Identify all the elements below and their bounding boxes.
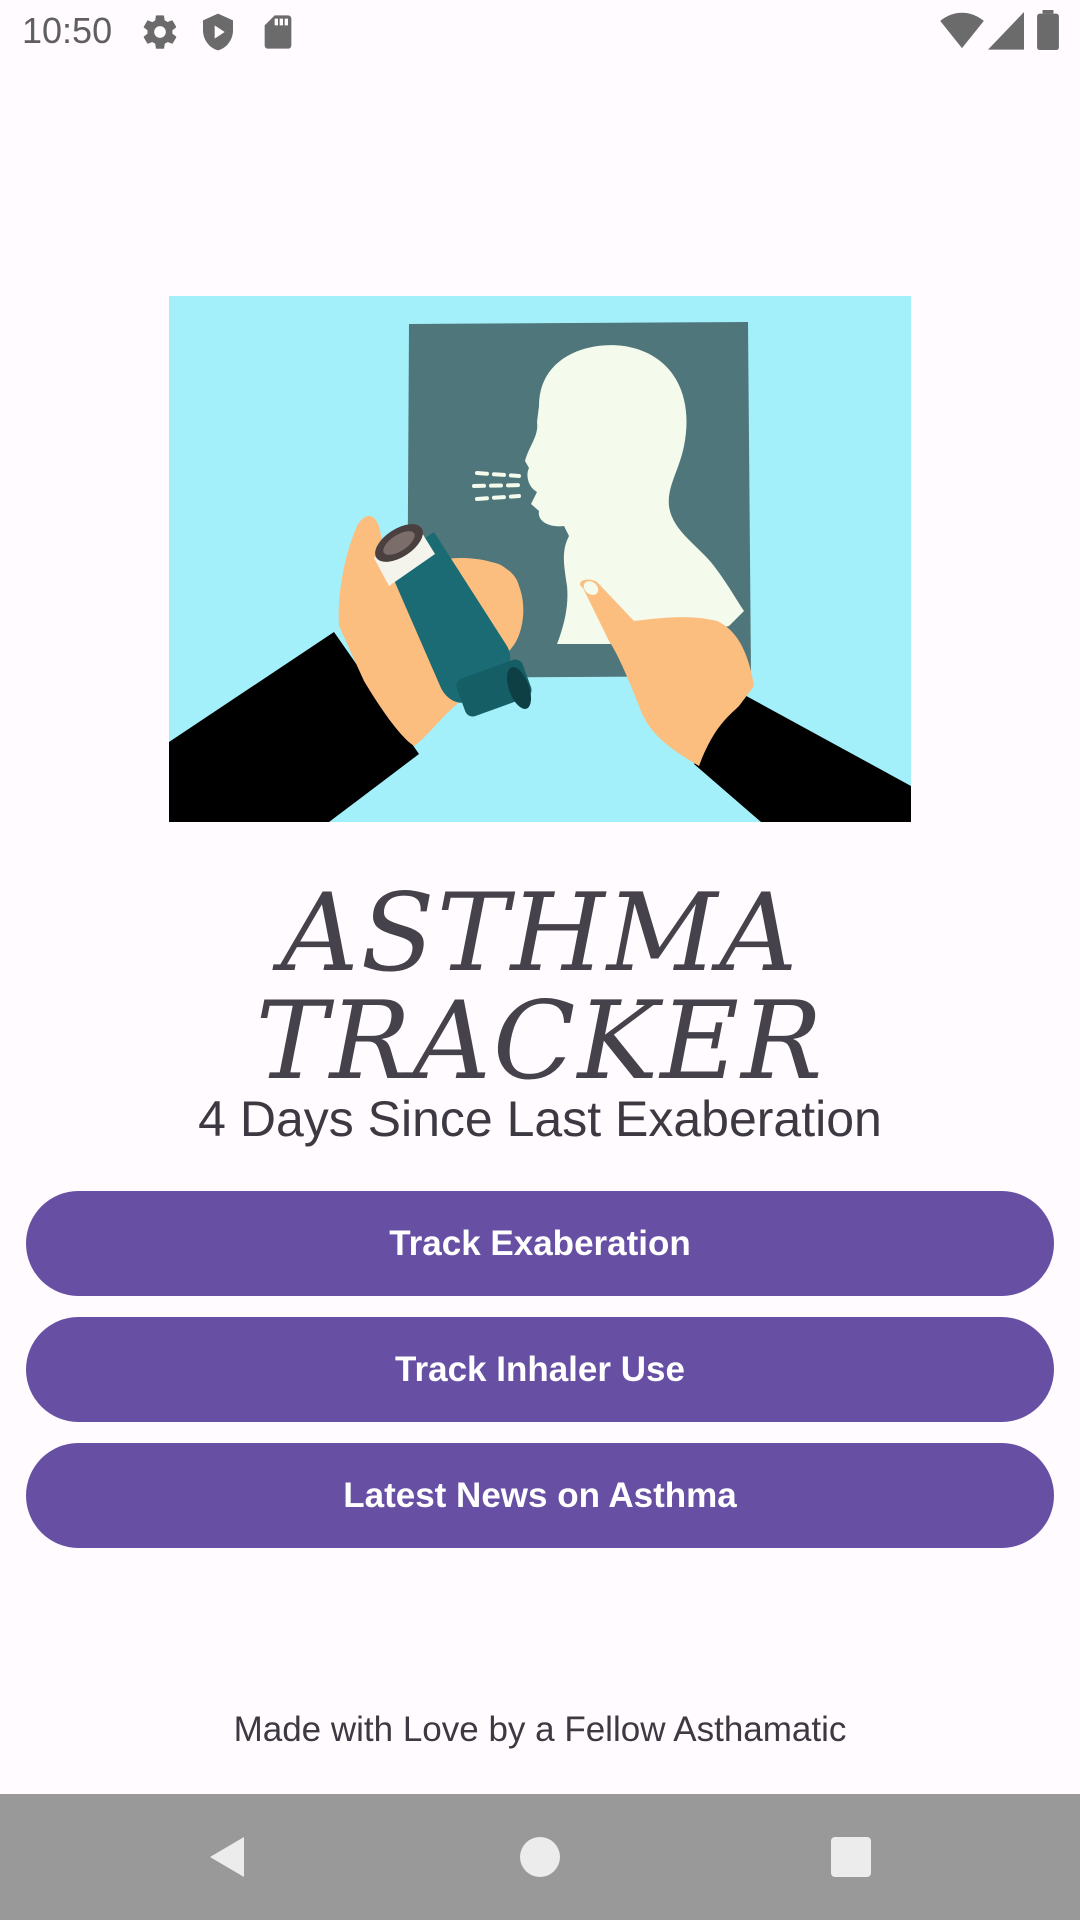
inhaler-illustration bbox=[169, 296, 911, 822]
system-nav-bar bbox=[0, 1794, 1080, 1920]
footer-credit: Made with Love by a Fellow Asthamatic bbox=[233, 1710, 847, 1749]
home-icon[interactable] bbox=[480, 1794, 600, 1920]
back-icon[interactable] bbox=[166, 1794, 286, 1920]
app-title: ASTHMA TRACKER bbox=[255, 871, 825, 1104]
recents-icon[interactable] bbox=[791, 1794, 911, 1920]
shield-play-icon bbox=[198, 12, 238, 57]
sd-card-icon bbox=[258, 12, 298, 57]
wifi-icon bbox=[940, 10, 984, 55]
days-since-exaberation: 4 Days Since Last Exaberation bbox=[198, 1091, 882, 1147]
app-screen: 10:50 ASTHMA TRACKER 4 Days Since Last E… bbox=[0, 0, 1080, 1920]
latest-news-button[interactable]: Latest News on Asthma bbox=[26, 1443, 1054, 1548]
track-exaberation-button[interactable]: Track Exaberation bbox=[26, 1191, 1054, 1296]
status-bar: 10:50 bbox=[0, 0, 1080, 64]
gear-icon bbox=[140, 12, 180, 57]
status-time: 10:50 bbox=[22, 10, 113, 51]
battery-icon bbox=[1036, 10, 1060, 55]
track-inhaler-use-button[interactable]: Track Inhaler Use bbox=[26, 1317, 1054, 1422]
signal-icon bbox=[988, 10, 1024, 55]
